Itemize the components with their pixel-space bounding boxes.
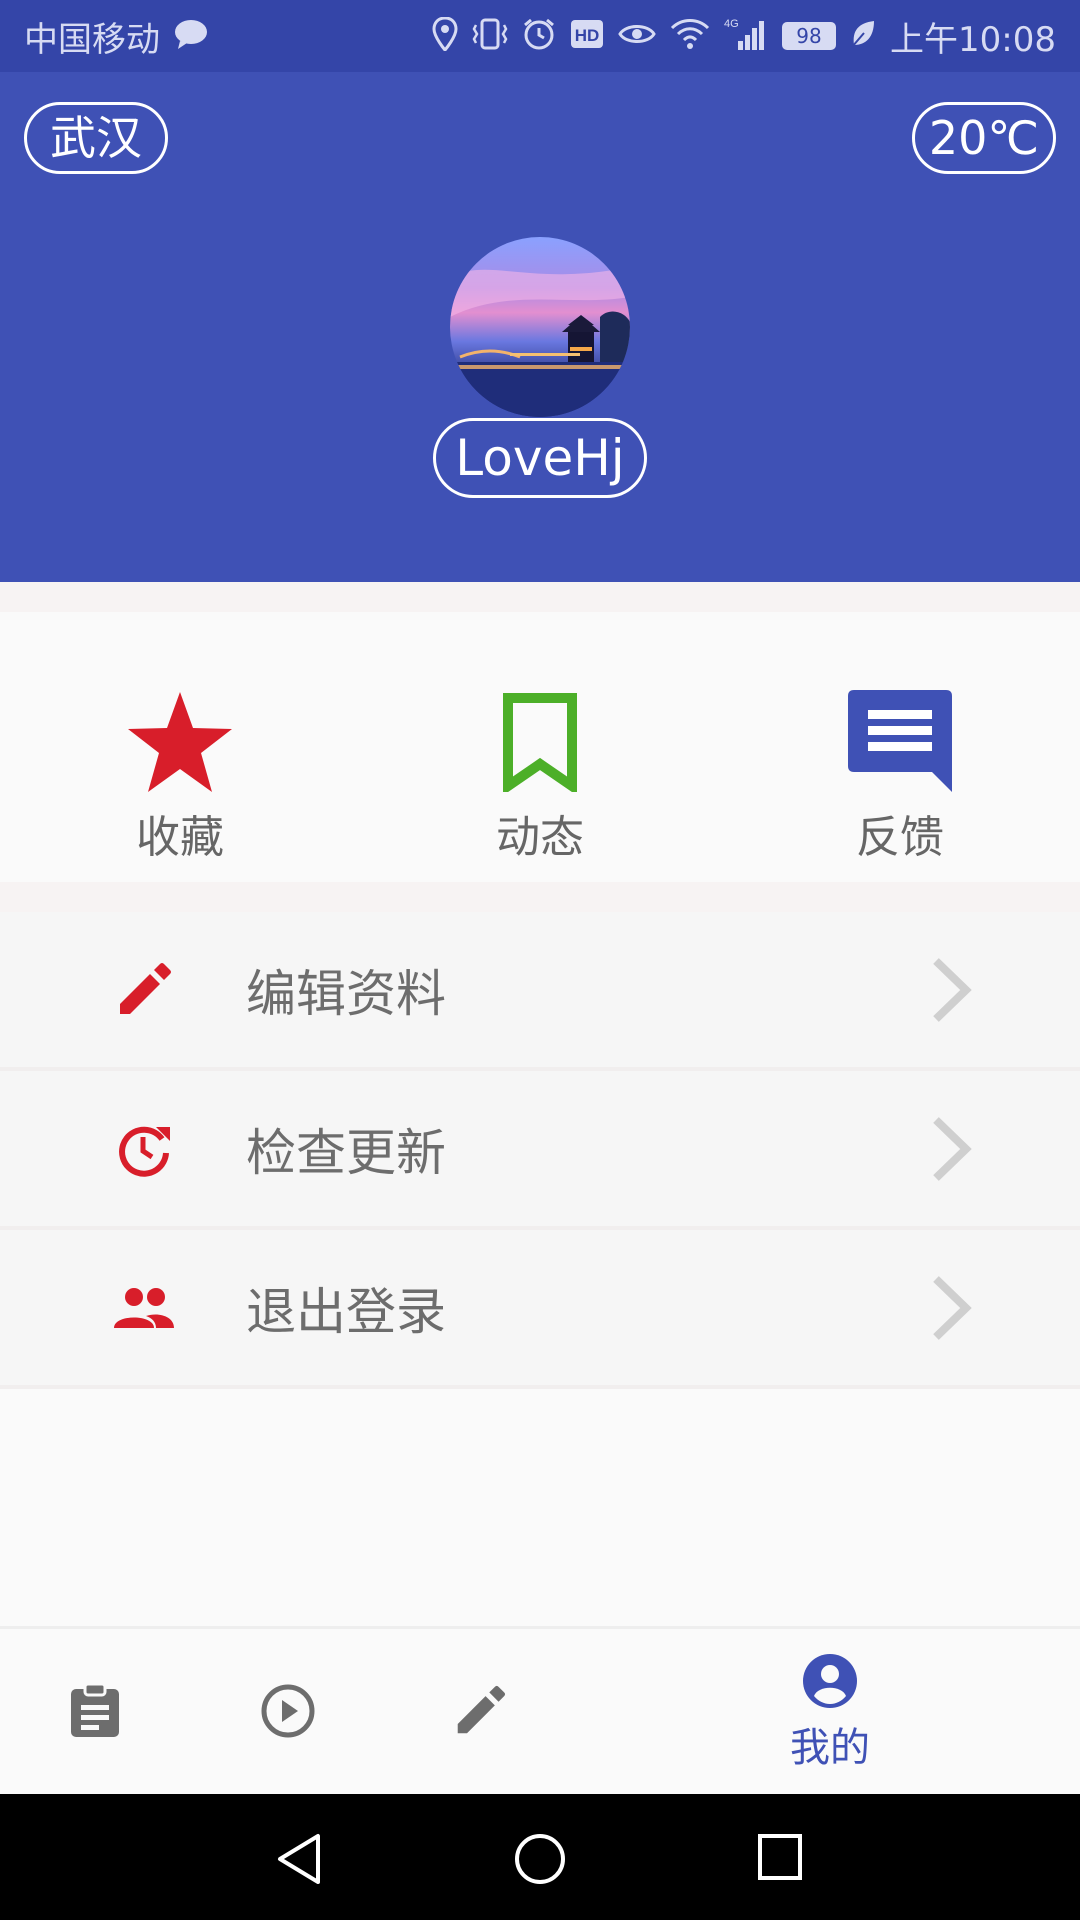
play-circle-icon (260, 1683, 316, 1743)
nav-tab-notes[interactable] (55, 1629, 135, 1797)
profile-header: 武汉 20℃ LoveHj (0, 72, 1080, 582)
bottom-navigation: 我的 (0, 1626, 1080, 1794)
star-icon (125, 687, 235, 797)
section-divider (0, 882, 1080, 912)
nav-tab-me[interactable]: 我的 (770, 1629, 890, 1797)
city-button[interactable]: 武汉 (24, 102, 168, 174)
recents-icon[interactable] (756, 1832, 804, 1886)
settings-menu: 编辑资料 检查更新 退出登录 (0, 912, 1080, 1389)
system-navigation-bar (0, 1794, 1080, 1920)
favorites-label: 收藏 (136, 812, 224, 863)
section-divider (0, 582, 1080, 612)
logout-row[interactable]: 退出登录 (0, 1230, 1080, 1389)
avatar[interactable] (450, 237, 630, 417)
network-type: 4G (724, 18, 739, 30)
city-label: 武汉 (50, 111, 142, 165)
leaf-icon (850, 19, 876, 54)
temperature-label: 20℃ (928, 111, 1040, 165)
chevron-right-icon (926, 1273, 976, 1343)
update-icon (112, 1117, 176, 1181)
battery-indicator: 98 (782, 22, 837, 50)
bookmark-icon (485, 687, 595, 797)
status-bar: 中国移动 HD 4G 98 上午10:08 (0, 0, 1080, 72)
menu-label: 退出登录 (246, 1282, 446, 1341)
favorites-button[interactable]: 收藏 (80, 687, 280, 887)
account-circle-icon (802, 1653, 858, 1713)
carrier-name: 中国移动 (24, 19, 160, 60)
quick-actions: 收藏 动态 反馈 (0, 612, 1080, 882)
menu-label: 检查更新 (246, 1123, 446, 1182)
username-label: LoveHj (455, 429, 625, 487)
clipboard-icon (69, 1682, 121, 1743)
people-icon (112, 1276, 176, 1340)
hd-icon: HD (570, 19, 604, 54)
feedback-icon (845, 687, 955, 797)
battery-level: 98 (796, 24, 822, 48)
menu-label: 编辑资料 (246, 964, 446, 1023)
nav-tab-video[interactable] (248, 1629, 328, 1797)
eye-icon (618, 21, 656, 52)
pencil-icon (454, 1685, 506, 1741)
vibrate-icon (472, 17, 508, 56)
wifi-icon (670, 18, 710, 55)
nav-tab-me-label: 我的 (790, 1725, 870, 1771)
feedback-button[interactable]: 反馈 (800, 687, 1000, 887)
location-icon (432, 15, 458, 56)
alarm-icon (522, 17, 556, 56)
svg-text:HD: HD (575, 26, 600, 45)
home-icon[interactable] (513, 1832, 567, 1890)
signal-icon: 4G (724, 17, 768, 56)
nav-tab-write[interactable] (440, 1629, 520, 1797)
chevron-right-icon (926, 1114, 976, 1184)
moments-button[interactable]: 动态 (440, 687, 640, 887)
check-update-row[interactable]: 检查更新 (0, 1071, 1080, 1230)
edit-profile-row[interactable]: 编辑资料 (0, 912, 1080, 1071)
clock: 上午10:08 (890, 19, 1056, 60)
pencil-icon (112, 958, 176, 1022)
message-icon (174, 19, 208, 54)
chevron-right-icon (926, 955, 976, 1025)
back-icon[interactable] (274, 1832, 324, 1890)
moments-label: 动态 (496, 812, 584, 863)
temperature-badge[interactable]: 20℃ (912, 102, 1056, 174)
feedback-label: 反馈 (856, 812, 944, 863)
username-badge[interactable]: LoveHj (433, 418, 647, 498)
